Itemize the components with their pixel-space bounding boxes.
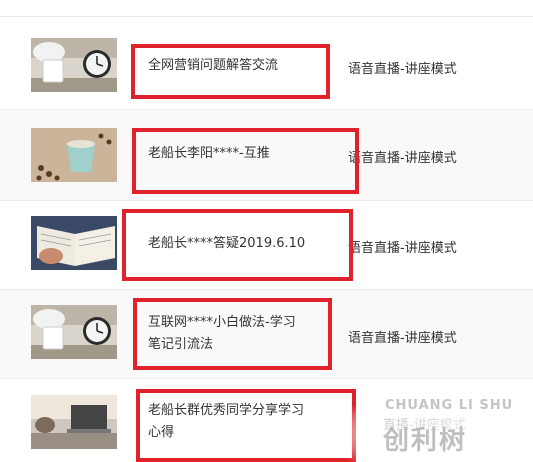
clock-mug-icon bbox=[31, 38, 117, 92]
highlight-box bbox=[136, 389, 356, 462]
live-type: 语音直播-讲座模式 bbox=[348, 62, 457, 77]
highlight-box bbox=[131, 44, 330, 99]
clock-mug-icon bbox=[31, 305, 117, 359]
watermark-text: CHUANG LI SHU bbox=[385, 398, 514, 413]
highlight-box bbox=[122, 209, 353, 281]
laptop-icon bbox=[31, 395, 117, 449]
table-header bbox=[0, 0, 533, 17]
coffee-cup-icon bbox=[31, 128, 117, 182]
live-type: 语音直播-讲座模式 bbox=[348, 241, 457, 256]
highlight-box bbox=[133, 298, 332, 370]
live-type: 语音直播-讲座模式 bbox=[348, 331, 457, 346]
watermark-logo-text: 创利树 bbox=[383, 426, 468, 456]
open-book-icon bbox=[31, 216, 117, 270]
live-type: 语音直播-讲座模式 bbox=[348, 151, 457, 166]
highlight-box bbox=[132, 128, 359, 194]
